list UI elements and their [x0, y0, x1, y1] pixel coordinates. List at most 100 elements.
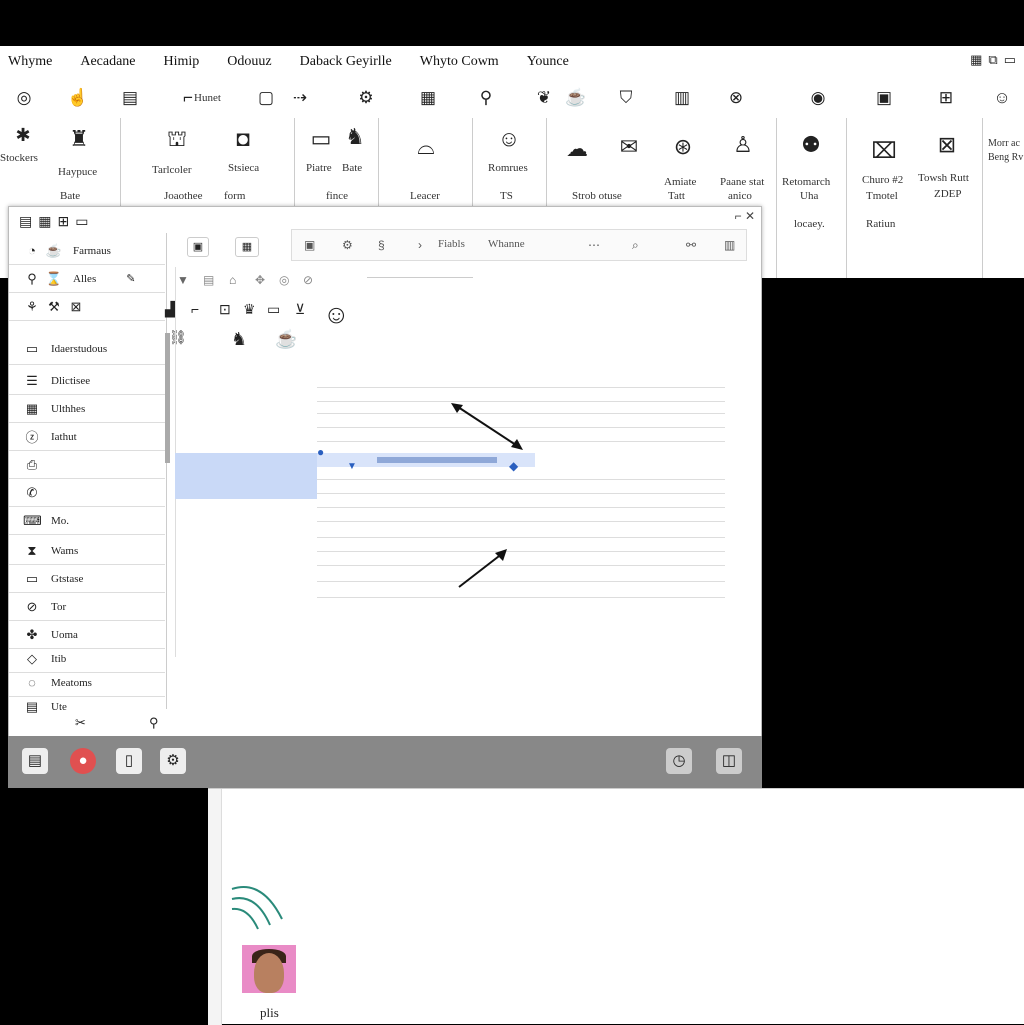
restore-icon[interactable]: ⧉ [988, 52, 997, 68]
link-icon[interactable]: ⚯ [686, 238, 696, 252]
screen-icon[interactable]: ◫ [716, 748, 742, 774]
list-item[interactable]: ⧗ Wams [9, 537, 165, 565]
grid-icon[interactable]: ▦ [38, 213, 51, 230]
notes-icon[interactable]: ▤ [22, 748, 48, 774]
eye-icon[interactable]: ◉ [806, 86, 830, 110]
cloud-icon[interactable]: ☁ [562, 134, 592, 164]
box-button[interactable]: ▣ [187, 237, 209, 257]
square-icon[interactable]: ▢ [254, 86, 278, 110]
cat-head-icon[interactable]: ♞ [231, 329, 247, 350]
list-item[interactable]: ◔ ☕ Farmaus [9, 237, 165, 265]
list-item[interactable]: ☰ Dlictisee [9, 367, 165, 395]
chat-icon[interactable]: ⌂ [229, 273, 236, 287]
menu-younce[interactable]: Younce [527, 54, 569, 70]
cube-icon[interactable]: ▣ [304, 238, 315, 252]
grid-button[interactable]: ▦ [235, 237, 259, 257]
target-icon[interactable]: ⊛ [668, 132, 698, 162]
dots-icon[interactable]: ⋯ [588, 238, 600, 252]
person-icon[interactable]: ♞ [340, 122, 370, 152]
close-icon[interactable]: ✕ [745, 209, 755, 223]
menu-himip[interactable]: Himip [164, 54, 200, 70]
sparkle-icon[interactable]: ✱ [8, 120, 38, 150]
frame-icon[interactable]: ◘ [228, 124, 258, 154]
scrollbar[interactable] [165, 333, 170, 463]
menu-odouuz[interactable]: Odouuz [227, 54, 271, 70]
dock-icon[interactable]: ⊞ [57, 213, 69, 230]
puzzle-icon[interactable]: ⊞ [934, 86, 958, 110]
list-item[interactable]: ⎙ [9, 451, 165, 479]
folder-icon[interactable]: ▭ [75, 213, 88, 230]
filter-icon[interactable]: ▼ [177, 273, 189, 287]
network-icon[interactable]: ⛓ [169, 329, 187, 346]
list-item[interactable]: ▤ Ute [9, 693, 165, 721]
robot-icon[interactable]: ⚉ [796, 130, 826, 160]
panel-icon[interactable]: ▥ [724, 238, 735, 252]
image-icon[interactable]: ▤ [118, 86, 142, 110]
bowl-icon[interactable]: ☕ [275, 329, 297, 350]
list-item[interactable]: ▭ Idaerstudous [9, 333, 165, 365]
monitor-icon[interactable]: ▭ [306, 124, 336, 154]
clock-icon[interactable]: ◷ [666, 748, 692, 774]
tray-icon[interactable]: ⌓ [406, 132, 446, 162]
arrow-icon[interactable]: ⇢ [288, 86, 312, 110]
basket-icon[interactable]: ⛫ [162, 124, 192, 154]
bucket-icon[interactable]: ♜ [64, 124, 94, 154]
minimize-icon[interactable]: ⌐ [735, 209, 742, 223]
face-icon[interactable]: ☺ [494, 124, 524, 154]
shield-icon[interactable]: ⛉ [614, 86, 638, 110]
face-icon[interactable]: ☺ [323, 299, 350, 330]
cursor-icon[interactable]: ☝ [66, 86, 90, 110]
table-icon[interactable]: ▤ [19, 213, 32, 230]
chart-icon[interactable]: ⚙ [354, 86, 378, 110]
camera-icon[interactable]: ⌧ [864, 136, 904, 166]
scissors-icon[interactable]: ✂ [75, 715, 86, 731]
handle-icon[interactable]: ◆ [509, 459, 518, 473]
image-icon[interactable]: ▤ [203, 273, 214, 287]
menu-whyme[interactable]: Whyme [8, 54, 52, 70]
record-icon[interactable]: ● [70, 748, 96, 774]
gear-icon[interactable]: ✥ [255, 273, 265, 287]
menu-daback-geyirlle[interactable]: Daback Geyirlle [300, 54, 392, 70]
pin-icon[interactable]: ⚲ [149, 715, 159, 731]
list-item[interactable]: ⊘ Tor [9, 593, 165, 621]
box-icon[interactable]: ⊠ [932, 130, 962, 160]
grid-icon[interactable]: ▦ [416, 86, 440, 110]
list-item[interactable]: ⌨ Mo. [9, 507, 165, 535]
tag-icon[interactable]: ⊡ [219, 301, 231, 318]
grid-icon[interactable]: ▦ [970, 52, 982, 68]
step-icon[interactable]: ⌐ [191, 301, 199, 317]
list-item[interactable]: ⚘ ⚒ ⊠ [9, 293, 165, 321]
selection-region[interactable] [175, 453, 317, 499]
s-icon[interactable]: § [378, 238, 385, 252]
handle-icon[interactable]: ▼ [347, 461, 357, 472]
handle-icon[interactable]: ● [317, 445, 324, 459]
globe-icon[interactable]: ◎ [279, 273, 289, 287]
card-icon[interactable]: ▭ [267, 301, 280, 318]
settings-icon[interactable]: ⚙ [160, 748, 186, 774]
gear-icon[interactable]: ⚙ [342, 238, 353, 252]
table-icon[interactable]: ▥ [670, 86, 694, 110]
list-item[interactable]: ⓩ Iathut [9, 423, 165, 451]
field-whanne[interactable]: Whanne [488, 238, 525, 250]
avatar[interactable] [242, 945, 296, 993]
photo-icon[interactable]: ▣ [872, 86, 896, 110]
list-item[interactable]: ▭ Gtstase [9, 565, 165, 593]
field-fiabls[interactable]: Fiabls [438, 238, 465, 250]
menu-aecadane[interactable]: Aecadane [80, 54, 135, 70]
pin-icon[interactable]: ✎ [126, 272, 135, 285]
key-icon[interactable]: ⚲ [474, 86, 498, 110]
list-item[interactable]: ✆ [9, 479, 165, 507]
chart-icon[interactable]: ⌕ [632, 238, 639, 253]
cat-icon[interactable]: ♛ [243, 301, 256, 318]
mug-icon[interactable]: ☕ [564, 86, 588, 110]
clock-icon[interactable]: ◎ [12, 86, 36, 110]
figure-icon[interactable]: ♙ [728, 130, 758, 160]
chat-icon[interactable]: ✉ [614, 132, 644, 162]
drop-icon[interactable]: ⊘ [303, 273, 313, 287]
globe-icon[interactable]: ⊗ [724, 86, 748, 110]
document-icon[interactable]: ▯ [116, 748, 142, 774]
user-icon[interactable]: ☺ [990, 86, 1014, 110]
leaf-icon[interactable]: ❦ [532, 86, 556, 110]
sign-icon[interactable]: ⊻ [295, 301, 305, 318]
menu-whyto-cowm[interactable]: Whyto Cowm [420, 54, 499, 70]
